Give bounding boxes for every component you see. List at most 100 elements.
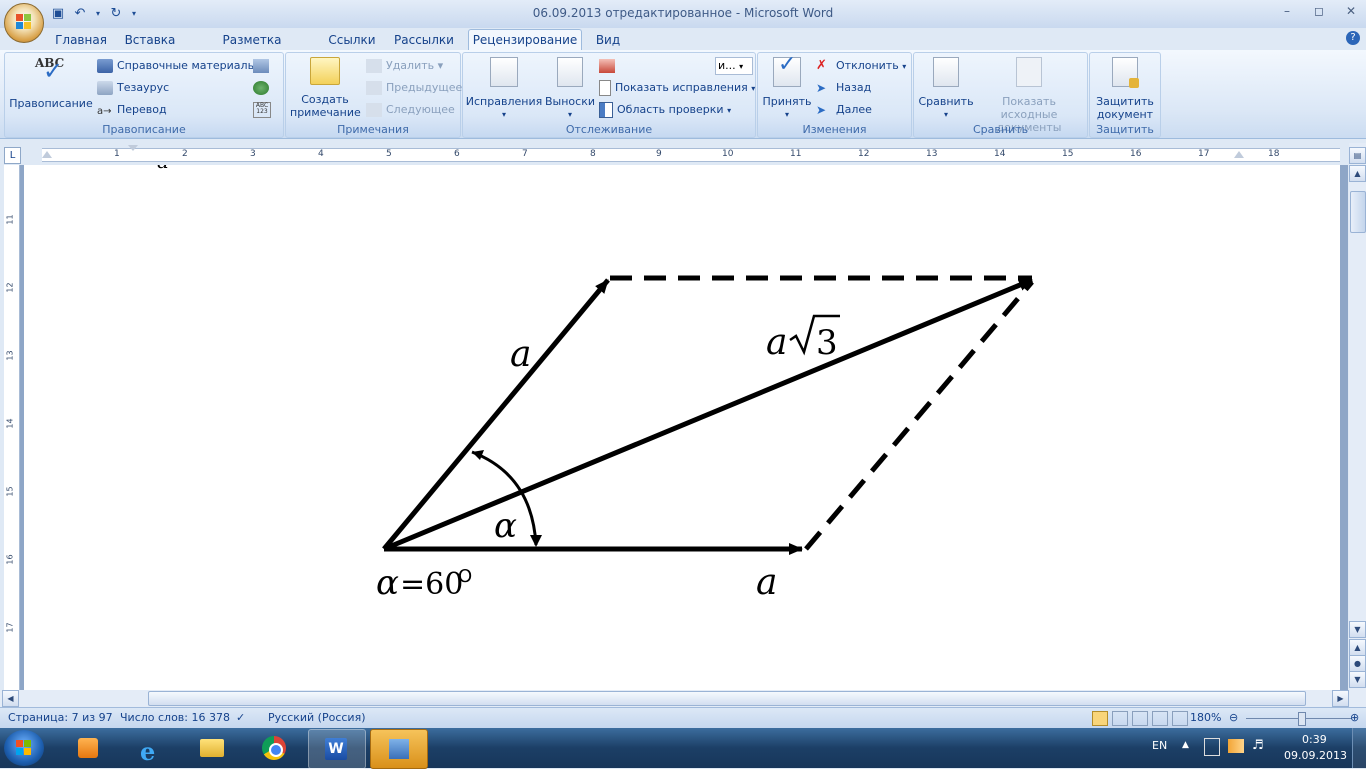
start-button[interactable] <box>4 730 44 766</box>
spelling-button[interactable]: ABC ✓ Правописание <box>9 56 93 111</box>
vertical-scroll-thumb[interactable] <box>1350 191 1366 233</box>
media-player-icon[interactable] <box>60 729 116 767</box>
ruler-number: 17 <box>1198 149 1210 159</box>
accept-button[interactable]: ✓ Принять ▾ <box>760 54 814 121</box>
first-line-indent-marker[interactable] <box>128 145 138 151</box>
next-page-icon[interactable]: ▼ <box>1349 671 1366 688</box>
zoom-level[interactable]: 180% <box>1190 711 1221 724</box>
zoom-in-icon[interactable]: ⊕ <box>1350 711 1359 724</box>
browse-object-icon[interactable]: ● <box>1349 655 1366 672</box>
scroll-down-icon[interactable]: ▼ <box>1349 621 1366 638</box>
ruler-number: 7 <box>522 149 528 159</box>
vruler-number: 12 <box>5 282 15 293</box>
maximize-icon[interactable]: ◻ <box>1310 2 1328 20</box>
tab-page-layout[interactable]: Разметка страницы <box>192 30 312 67</box>
show-desktop-button[interactable] <box>1352 728 1366 768</box>
previous-comment-button[interactable]: Предыдущее <box>366 79 462 97</box>
tab-references[interactable]: Ссылки <box>324 30 380 50</box>
volume-icon[interactable]: ♬ <box>1252 738 1264 753</box>
horizontal-ruler[interactable]: 1 2 3 4 5 6 7 8 9 10 11 12 13 14 15 16 1… <box>42 145 1340 162</box>
chrome-icon[interactable] <box>246 729 302 767</box>
word-count[interactable]: Число слов: 16 378 <box>120 711 230 724</box>
office-button[interactable] <box>4 3 44 43</box>
tab-insert[interactable]: Вставка <box>120 30 180 50</box>
set-language-icon[interactable] <box>253 79 275 97</box>
minimize-icon[interactable]: – <box>1278 2 1296 20</box>
full-screen-view-icon[interactable] <box>1112 711 1128 726</box>
spelling-check-icon: ABC ✓ <box>35 56 65 85</box>
web-layout-view-icon[interactable] <box>1132 711 1148 726</box>
show-markup-icon <box>599 80 611 96</box>
close-icon[interactable]: ✕ <box>1342 2 1360 20</box>
horizontal-scrollbar[interactable]: ◀ ▶ <box>0 690 1366 707</box>
horizontal-scroll-thumb[interactable] <box>148 691 1306 706</box>
package-app-icon[interactable] <box>370 729 428 769</box>
track-changes-icon <box>490 57 518 87</box>
balloons-icon <box>557 57 583 87</box>
print-layout-view-icon[interactable] <box>1092 711 1108 726</box>
network-icon[interactable] <box>1228 739 1244 753</box>
input-language[interactable]: EN <box>1152 739 1167 752</box>
show-hidden-icons[interactable]: ▲ <box>1182 740 1189 750</box>
track-icon-small[interactable] <box>599 57 615 75</box>
flash-drive-icon[interactable] <box>1204 738 1220 756</box>
help-icon[interactable]: ? <box>1346 31 1360 45</box>
vertical-ruler[interactable]: 11 12 13 14 15 16 17 <box>4 165 20 690</box>
translate-button[interactable]: a→ Перевод <box>97 101 167 119</box>
ruler-number: 12 <box>858 149 870 159</box>
protect-document-button[interactable]: Защитить документ <box>1092 57 1158 121</box>
tab-mailings[interactable]: Рассылки <box>392 30 456 50</box>
zoom-slider-thumb[interactable] <box>1298 712 1306 726</box>
ruler-number: 6 <box>454 149 460 159</box>
show-markup-button[interactable]: Показать исправления ▾ <box>599 79 755 97</box>
vertical-scrollbar[interactable]: ▤ ▲ ▼ ▲ ● ▼ <box>1349 143 1366 690</box>
scroll-right-icon[interactable]: ▶ <box>1332 690 1349 707</box>
balloons-button[interactable]: Выноски ▾ <box>543 57 597 121</box>
next-comment-button[interactable]: Следующее <box>366 101 455 119</box>
group-label-proofing: Правописание <box>102 123 186 136</box>
research-icon <box>97 59 113 73</box>
left-indent-marker[interactable] <box>42 151 52 158</box>
tab-home[interactable]: Главная <box>50 30 112 50</box>
clock-time[interactable]: 0:39 <box>1302 733 1327 746</box>
vruler-number: 17 <box>5 622 15 633</box>
group-label-compare: Сравнить <box>972 123 1029 136</box>
reviewing-pane-button[interactable]: Область проверки ▾ <box>599 101 731 119</box>
thesaurus-button[interactable]: Тезаурус <box>97 79 169 97</box>
delete-comment-button[interactable]: Удалить ▾ <box>366 57 443 75</box>
scroll-up-icon[interactable]: ▲ <box>1349 165 1366 182</box>
file-explorer-icon[interactable] <box>184 729 240 767</box>
word-taskbar-button[interactable]: W <box>308 729 366 769</box>
window-title: 06.09.2013 отредактированное - Microsoft… <box>532 6 834 20</box>
tab-selector[interactable]: L <box>4 147 21 164</box>
next-change-button[interactable]: ➤ Далее <box>816 101 872 119</box>
new-comment-button[interactable]: Создать примечание <box>290 57 361 119</box>
ruler-toggle-icon[interactable]: ▤ <box>1349 147 1366 164</box>
reject-button[interactable]: ✗ Отклонить ▾ <box>816 57 906 75</box>
ribbon-tabs: Главная Вставка Разметка страницы Ссылки… <box>0 28 1366 67</box>
tab-view[interactable]: Вид <box>590 30 626 50</box>
proofing-status-icon[interactable]: ✓ <box>236 711 245 724</box>
research-button[interactable]: Справочные материалы <box>97 57 256 75</box>
page-indicator[interactable]: Страница: 7 из 97 <box>8 711 113 724</box>
outline-view-icon[interactable] <box>1152 711 1168 726</box>
language-icon[interactable] <box>253 57 275 75</box>
zoom-out-icon[interactable]: ⊖ <box>1229 711 1238 724</box>
ruler-number: 4 <box>318 149 324 159</box>
word-count-icon[interactable]: ABC 123 <box>253 101 275 119</box>
compare-button[interactable]: Сравнить ▾ <box>916 57 976 121</box>
track-changes-button[interactable]: Исправления ▾ <box>465 57 543 121</box>
previous-page-icon[interactable]: ▲ <box>1349 639 1366 656</box>
document-page[interactable]: a· a a 3 α α =60 O a <box>24 165 1340 690</box>
group-changes: ✓ Принять ▾ ✗ Отклонить ▾ ➤ Назад ➤ Далее И… <box>757 52 912 138</box>
office-logo-icon <box>16 14 32 30</box>
draft-view-icon[interactable] <box>1172 711 1188 726</box>
internet-explorer-icon[interactable]: e <box>122 729 178 767</box>
tab-review[interactable]: Рецензирование <box>468 29 582 51</box>
scroll-left-icon[interactable]: ◀ <box>2 690 19 707</box>
previous-change-button[interactable]: ➤ Назад <box>816 79 871 97</box>
right-indent-marker[interactable] <box>1234 151 1244 158</box>
display-for-review-dropdown[interactable]: и... ▾ <box>715 57 753 75</box>
clock-date[interactable]: 09.09.2013 <box>1284 749 1347 762</box>
language-indicator[interactable]: Русский (Россия) <box>268 711 366 724</box>
